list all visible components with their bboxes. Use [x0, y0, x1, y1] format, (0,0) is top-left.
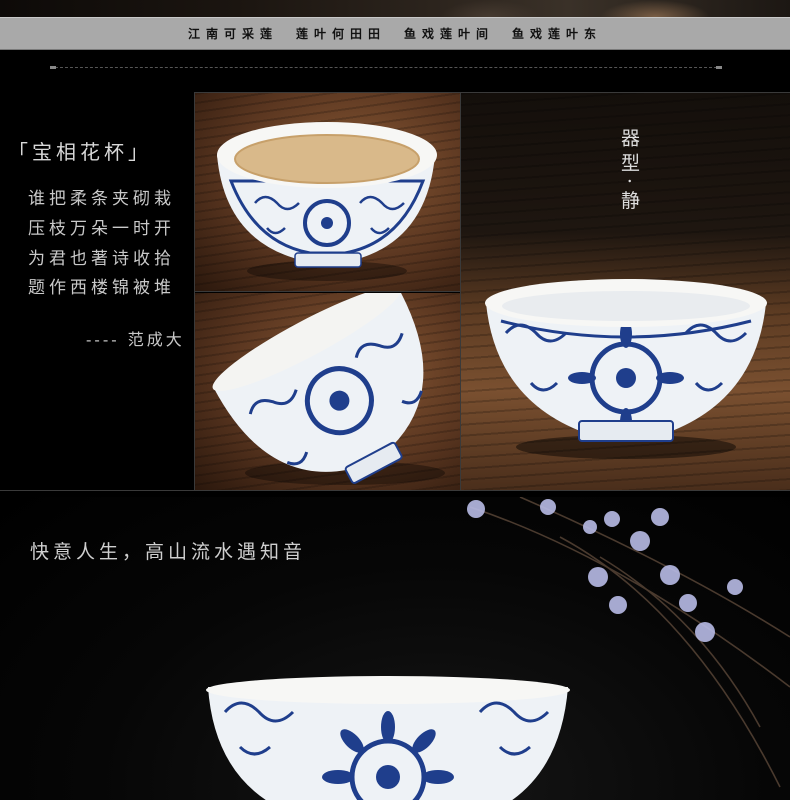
poem-line: 为君也著诗收拾 — [28, 249, 175, 269]
poem-line: 压枝万朵一时开 — [28, 219, 175, 239]
poem-line: 题作西楼锦被堆 — [28, 278, 175, 298]
cup-tilted-image — [212, 293, 445, 485]
title-banner: 江南可采莲 莲叶何田田 鱼戏莲叶间 鱼戏莲叶东 — [0, 17, 790, 50]
poem-title: 「宝相花杯」 — [8, 140, 152, 164]
top-photo-decor — [600, 0, 710, 17]
photo-cup-tilted — [195, 293, 460, 490]
divider-line — [50, 66, 722, 69]
poem-line: 谁把柔条夹砌栽 — [28, 189, 175, 209]
photo-cup-with-tea — [195, 93, 460, 291]
banner-text: 江南可采莲 莲叶何田田 鱼戏莲叶间 鱼戏莲叶东 — [187, 27, 602, 41]
slogan: 快意人生，高山流水遇知音 — [30, 541, 307, 563]
top-photo-decor — [440, 0, 540, 17]
cup-with-tea-image — [217, 122, 437, 281]
top-photo-strip — [0, 0, 790, 17]
cup-caption: 器型·静 — [618, 128, 640, 216]
poem-author: ---- 范成大 — [86, 330, 185, 349]
